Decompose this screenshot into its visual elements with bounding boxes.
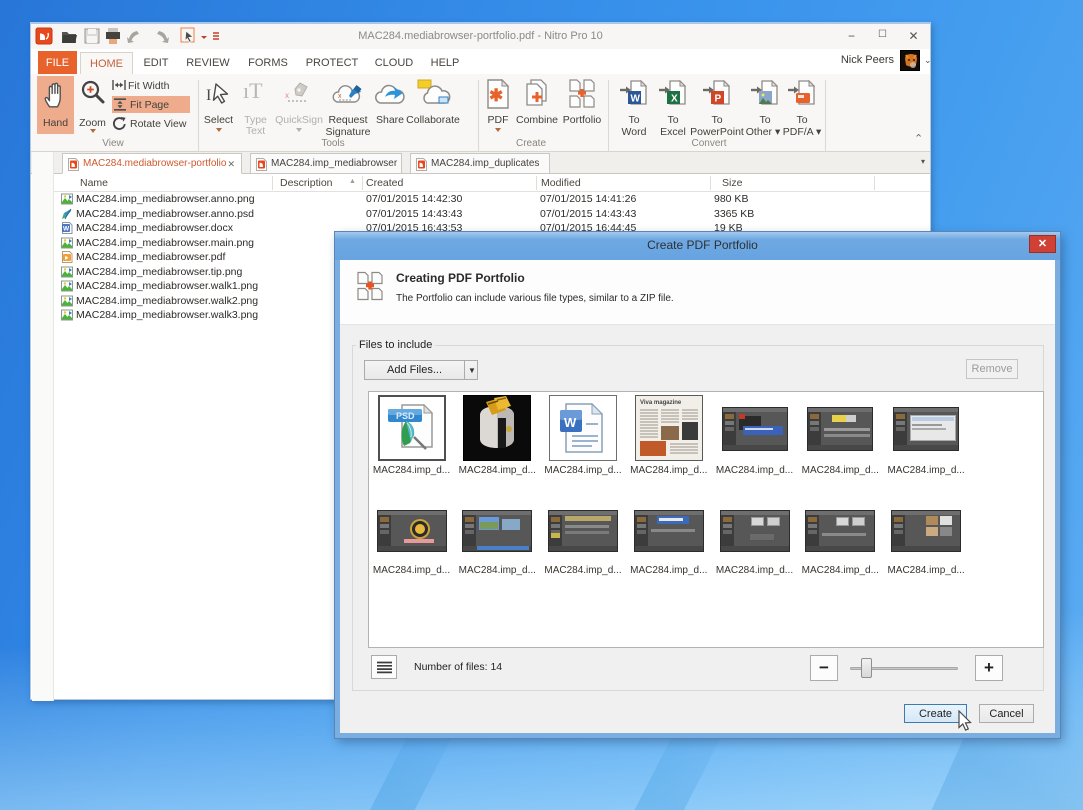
svg-text:x: x: [338, 93, 342, 100]
svg-text:X: X: [671, 94, 678, 105]
svg-text:I: I: [206, 87, 211, 104]
svg-text:x: x: [285, 91, 289, 100]
svg-text:P: P: [715, 94, 722, 105]
svg-text:W: W: [564, 415, 577, 430]
svg-text:PSD: PSD: [396, 411, 415, 421]
svg-text:✱: ✱: [489, 86, 503, 105]
svg-text:W: W: [63, 226, 70, 233]
svg-text:Viva magazine: Viva magazine: [640, 400, 682, 406]
svg-text:W: W: [631, 94, 641, 105]
